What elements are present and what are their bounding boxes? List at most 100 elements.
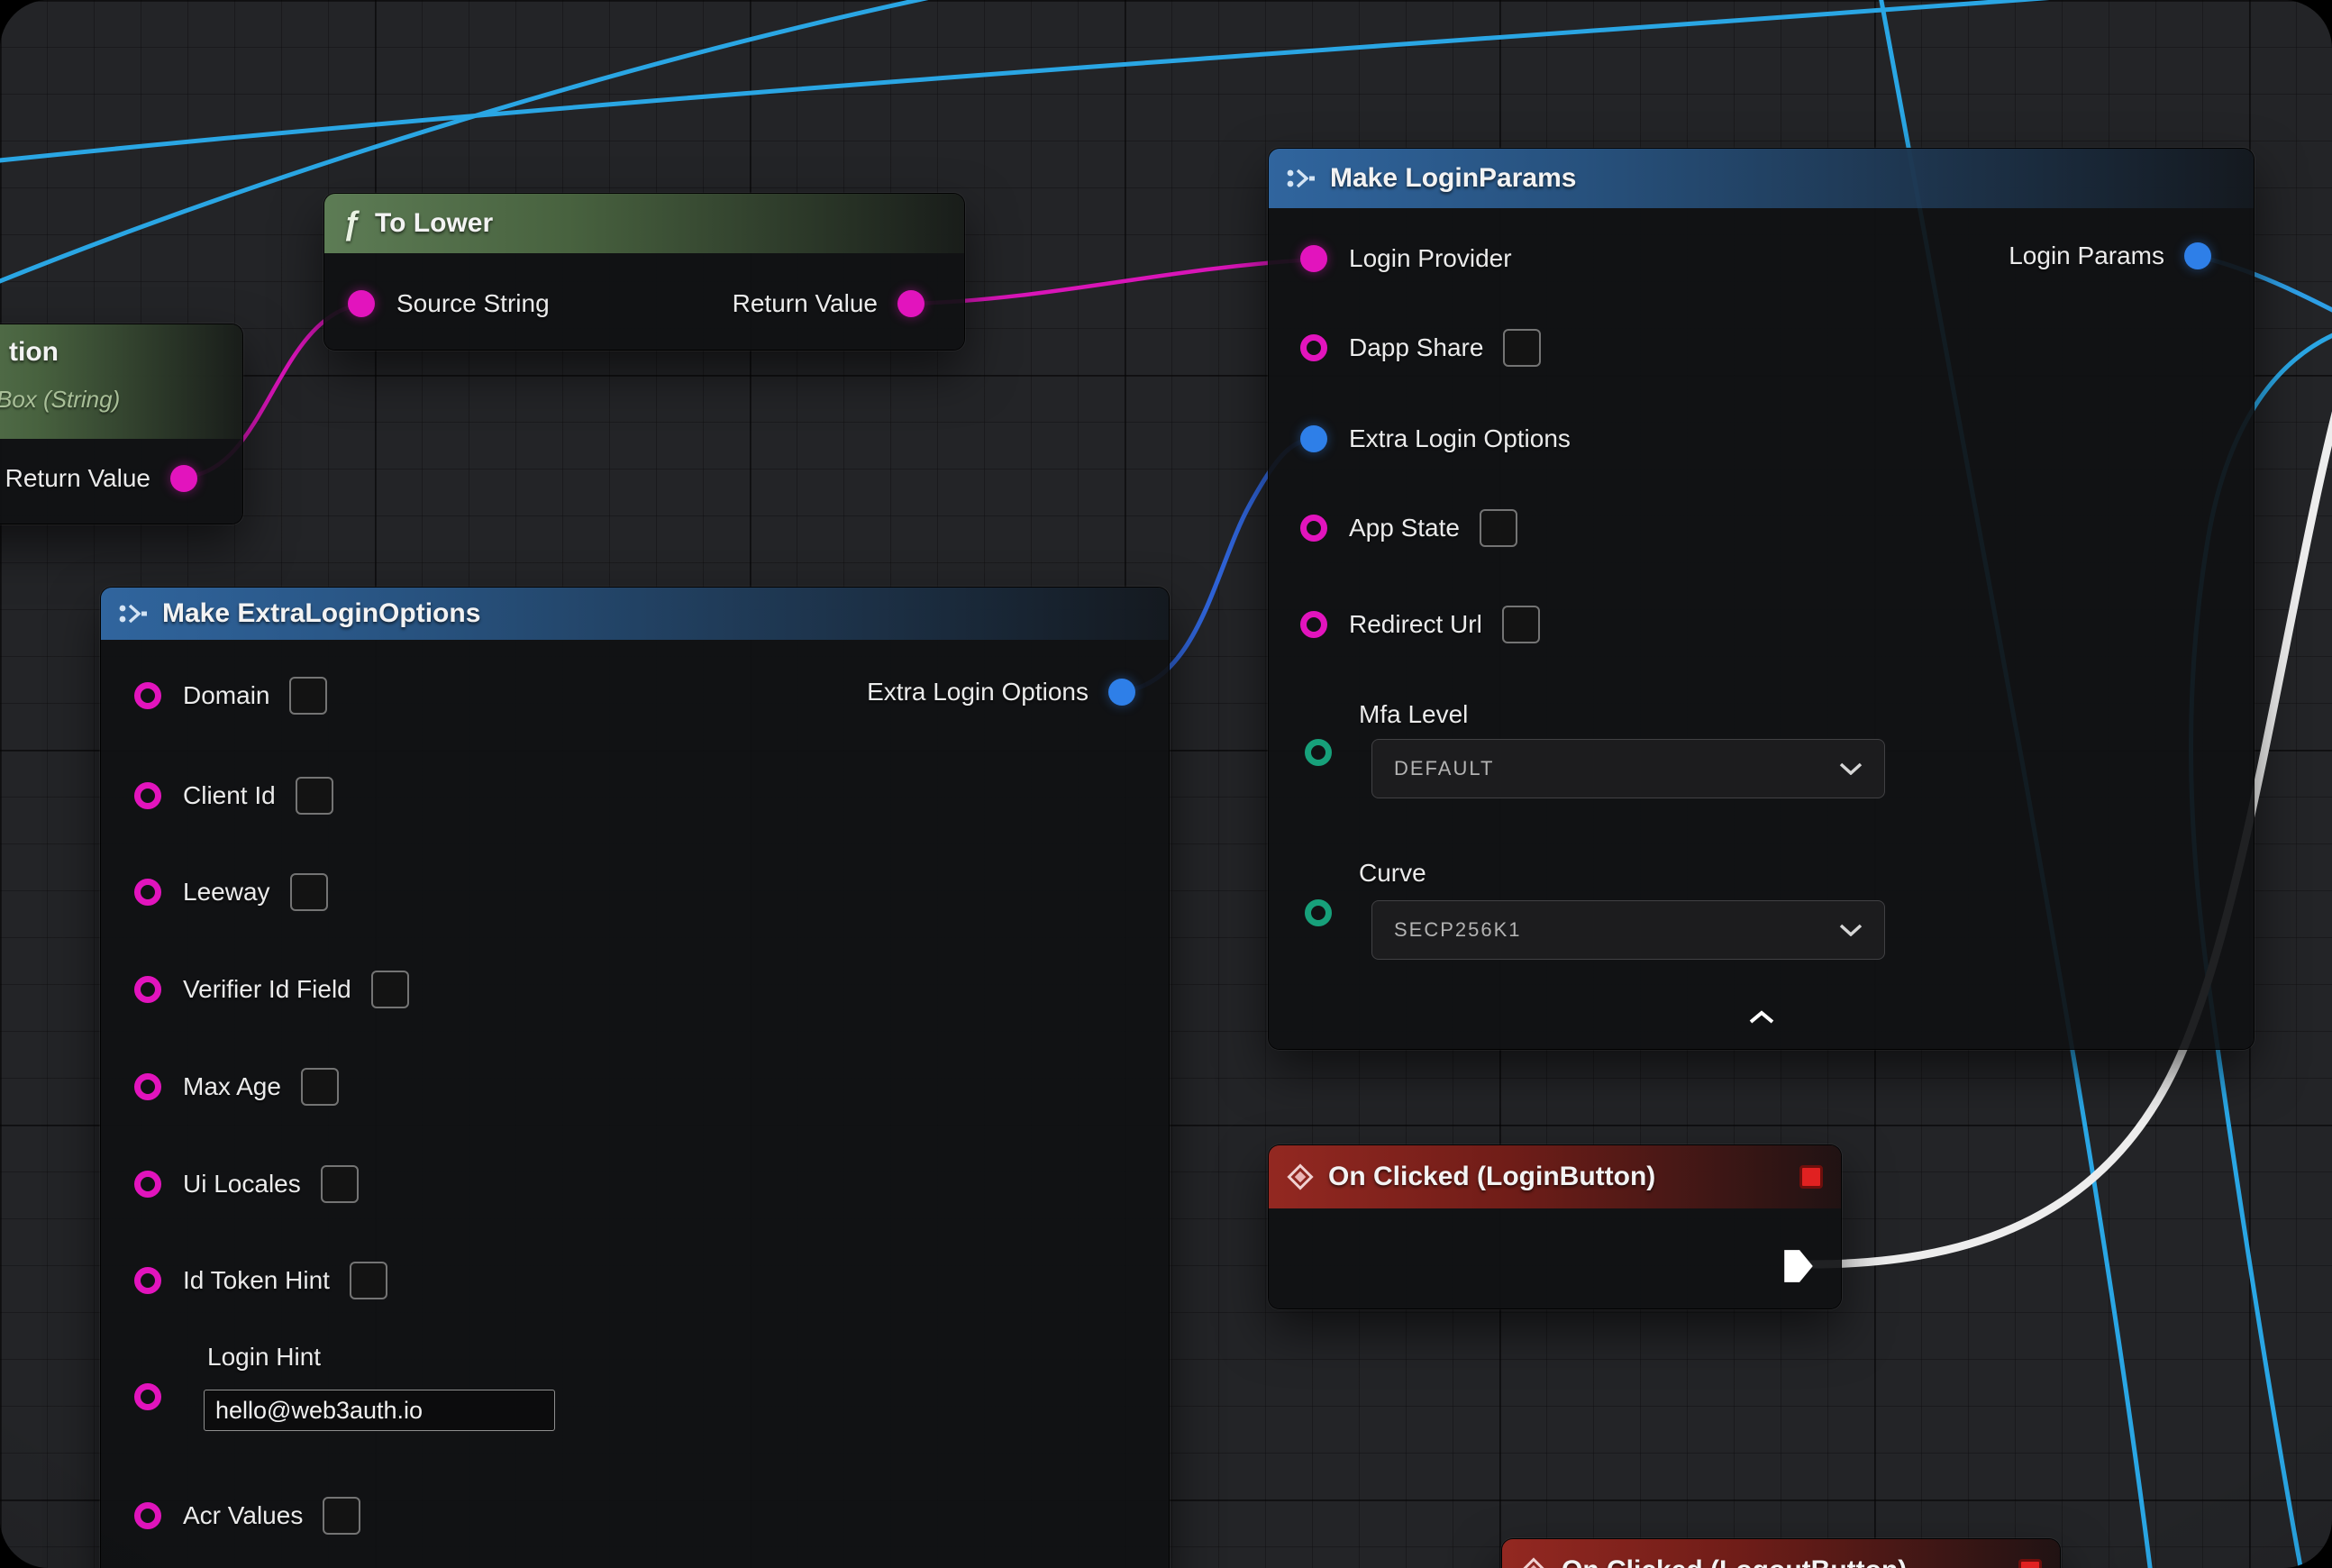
- pin-label: Domain: [183, 681, 269, 710]
- pin-row-acr-values: Acr Values: [134, 1496, 360, 1536]
- max-age-checkbox[interactable]: [301, 1068, 339, 1106]
- pin-row-login-params-out: Login Params: [2009, 236, 2211, 276]
- chevron-down-icon: [1839, 924, 1863, 936]
- pin-label: Source String: [396, 289, 550, 318]
- collapse-node-button[interactable]: [1748, 1010, 1775, 1029]
- app-state-checkbox[interactable]: [1480, 509, 1517, 547]
- exec-out-pin[interactable]: [1782, 1248, 1815, 1284]
- domain-checkbox[interactable]: [289, 677, 327, 715]
- acr-values-pin[interactable]: [134, 1502, 161, 1529]
- ui-locales-checkbox[interactable]: [321, 1165, 359, 1203]
- login-hint-input[interactable]: [204, 1390, 555, 1431]
- login-hint-pin[interactable]: [134, 1383, 161, 1410]
- dapp-share-pin[interactable]: [1300, 334, 1327, 361]
- acr-values-checkbox[interactable]: [323, 1497, 360, 1535]
- login-provider-pin[interactable]: [1300, 245, 1327, 272]
- login-hint-label: Login Hint: [207, 1343, 321, 1372]
- pin-row-return-value: Return Value: [5, 459, 197, 498]
- leeway-checkbox[interactable]: [290, 873, 328, 911]
- event-diamond-icon: [1520, 1557, 1547, 1568]
- node-header[interactable]: On Clicked (LogoutButton): [1502, 1539, 2060, 1568]
- wire-cyan-top-1[interactable]: [0, 0, 2163, 162]
- pin-label: Return Value: [5, 464, 150, 493]
- redirect-url-checkbox[interactable]: [1502, 606, 1540, 643]
- pin-row-extra-login-options-in: Extra Login Options: [1300, 419, 1571, 459]
- pin-row-max-age: Max Age: [134, 1067, 339, 1107]
- event-diamond-icon: [1287, 1163, 1314, 1190]
- pin-label: Acr Values: [183, 1501, 303, 1530]
- node-header[interactable]: Make ExtraLoginOptions: [101, 588, 1169, 640]
- verifier-id-field-pin[interactable]: [134, 976, 161, 1003]
- node-partial-function[interactable]: tion Box (String) Return Value: [0, 324, 242, 524]
- pin-label: Extra Login Options: [867, 678, 1089, 707]
- pin-row-redirect-url: Redirect Url: [1300, 605, 1540, 644]
- extra-login-options-out-pin[interactable]: [1108, 679, 1135, 706]
- node-make-extra-login-options[interactable]: Make ExtraLoginOptions Domain Client Id …: [101, 588, 1169, 1568]
- curve-label: Curve: [1359, 859, 1426, 888]
- node-on-clicked-login-button[interactable]: On Clicked (LoginButton): [1269, 1145, 1841, 1308]
- mfa-level-pin[interactable]: [1305, 739, 1332, 766]
- blueprint-editor-viewport: tion Box (String) Return Value ƒ To Lowe…: [0, 0, 2332, 1568]
- node-on-clicked-logout-button[interactable]: On Clicked (LogoutButton): [1502, 1539, 2060, 1568]
- ui-locales-pin[interactable]: [134, 1171, 161, 1198]
- pin-label: Leeway: [183, 878, 270, 907]
- return-value-pin[interactable]: [897, 290, 925, 317]
- pin-label: Extra Login Options: [1349, 424, 1571, 453]
- pin-row-extra-login-options-out: Extra Login Options: [867, 672, 1135, 712]
- delegate-square-icon: [2018, 1559, 2042, 1568]
- id-token-hint-checkbox[interactable]: [350, 1262, 387, 1299]
- node-title: Make ExtraLoginOptions: [162, 598, 480, 629]
- source-string-pin[interactable]: [348, 290, 375, 317]
- login-params-out-pin[interactable]: [2184, 242, 2211, 269]
- node-header[interactable]: Make LoginParams: [1269, 149, 2254, 208]
- pin-row-ui-locales: Ui Locales: [134, 1164, 359, 1204]
- node-header[interactable]: tion: [0, 324, 242, 439]
- node-header[interactable]: ƒ To Lower: [324, 194, 964, 253]
- node-header[interactable]: On Clicked (LoginButton): [1269, 1145, 1841, 1208]
- leeway-pin[interactable]: [134, 879, 161, 906]
- pin-label: Login Provider: [1349, 244, 1512, 273]
- pin-row-return-value: Return Value: [733, 284, 925, 324]
- domain-pin[interactable]: [134, 682, 161, 709]
- pin-row-domain: Domain: [134, 676, 327, 716]
- pin-row-id-token-hint: Id Token Hint: [134, 1261, 387, 1300]
- pin-row-dapp-share: Dapp Share: [1300, 328, 1541, 368]
- node-to-lower[interactable]: ƒ To Lower Source String Return Value: [324, 194, 964, 350]
- node-title: Make LoginParams: [1330, 163, 1576, 194]
- make-struct-icon: [1287, 168, 1316, 189]
- verifier-id-field-checkbox[interactable]: [371, 971, 409, 1008]
- pin-row-leeway: Leeway: [134, 872, 328, 912]
- pin-label: Client Id: [183, 781, 276, 810]
- node-subtitle: Box (String): [0, 386, 120, 414]
- mfa-level-label: Mfa Level: [1359, 700, 1468, 729]
- max-age-pin[interactable]: [134, 1073, 161, 1100]
- node-title: tion: [9, 337, 59, 368]
- pin-row-verifier-id-field: Verifier Id Field: [134, 970, 409, 1009]
- dapp-share-checkbox[interactable]: [1503, 329, 1541, 367]
- pin-row-client-id: Client Id: [134, 776, 333, 816]
- curve-dropdown[interactable]: SECP256K1: [1371, 900, 1885, 960]
- mfa-level-dropdown[interactable]: DEFAULT: [1371, 739, 1885, 798]
- node-make-login-params[interactable]: Make LoginParams Login Provider Dapp Sha…: [1269, 149, 2254, 1049]
- pin-label: Id Token Hint: [183, 1266, 330, 1295]
- make-struct-icon: [119, 603, 148, 624]
- pin-label: Login Params: [2009, 242, 2164, 270]
- chevron-up-icon: [1748, 1010, 1775, 1025]
- curve-pin[interactable]: [1305, 899, 1332, 926]
- extra-login-options-in-pin[interactable]: [1300, 425, 1327, 452]
- wire-tolower-to-provider[interactable]: [912, 260, 1313, 304]
- function-icon: ƒ: [342, 205, 360, 242]
- pin-label: Redirect Url: [1349, 610, 1482, 639]
- client-id-pin[interactable]: [134, 782, 161, 809]
- pin-label: App State: [1349, 514, 1460, 542]
- pin-row-login-provider: Login Provider: [1300, 239, 1512, 278]
- pin-row-app-state: App State: [1300, 508, 1517, 548]
- curve-value: SECP256K1: [1394, 918, 1522, 942]
- client-id-checkbox[interactable]: [296, 777, 333, 815]
- id-token-hint-pin[interactable]: [134, 1267, 161, 1294]
- mfa-level-value: DEFAULT: [1394, 757, 1494, 780]
- app-state-pin[interactable]: [1300, 515, 1327, 542]
- redirect-url-pin[interactable]: [1300, 611, 1327, 638]
- pin-label: Dapp Share: [1349, 333, 1483, 362]
- return-value-pin[interactable]: [170, 465, 197, 492]
